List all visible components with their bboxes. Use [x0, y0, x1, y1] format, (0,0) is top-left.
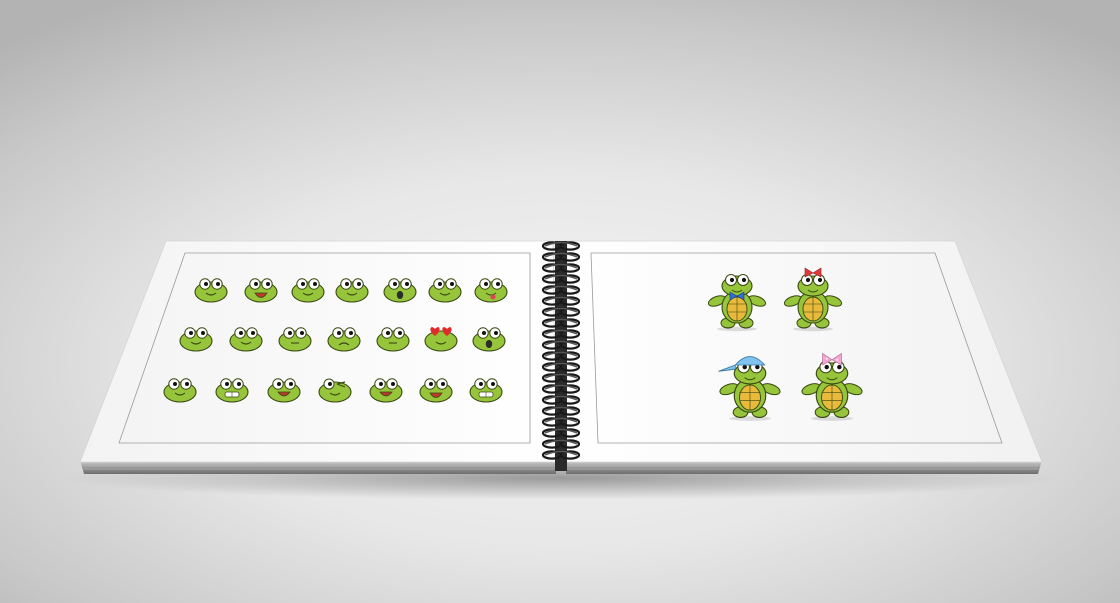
right-page [565, 240, 1043, 463]
left-page [79, 240, 557, 463]
turtle-face-smile [229, 327, 263, 352]
turtle-face-smirk [291, 278, 325, 303]
turtle-face-neutral [179, 327, 213, 352]
turtle-face-tongue-out [474, 278, 508, 303]
turtle-face-plain [278, 327, 312, 352]
turtle-face-happy [369, 378, 403, 403]
turtle-face-shouting [472, 327, 506, 352]
turtle-face-flat [376, 327, 410, 352]
notebook-scene [60, 240, 1060, 500]
turtle-face-happy [267, 378, 301, 403]
turtle-face-frown [327, 327, 361, 352]
turtle-face-wide-eyed [163, 378, 197, 403]
turtle-face-surprised [383, 278, 417, 303]
turtle-face-grin-teeth [215, 378, 249, 403]
turtle-face-buck-teeth [469, 378, 503, 403]
turtle-face-calm [335, 278, 369, 303]
turtle-face-dizzy [194, 278, 228, 303]
turtle-face-laughing [244, 278, 278, 303]
turtle-face-excited [419, 378, 453, 403]
turtle-face-pleased [428, 278, 462, 303]
